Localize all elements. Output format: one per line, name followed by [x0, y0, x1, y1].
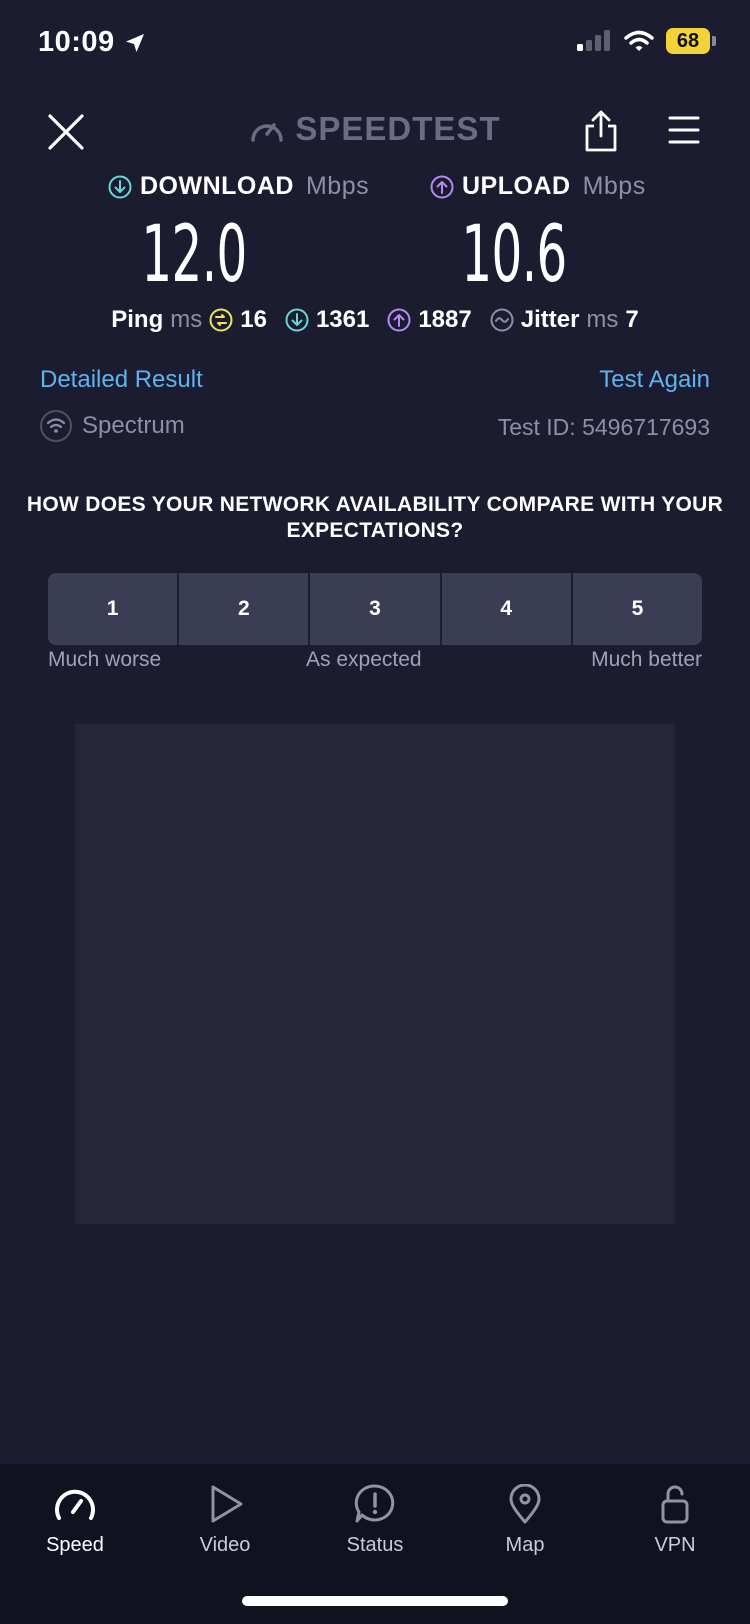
unlocked-padlock-icon — [661, 1485, 689, 1524]
upload-speed-value: 10.6 — [461, 210, 567, 300]
jitter: Jitter ms 7 — [490, 306, 639, 334]
map-pin-icon — [509, 1484, 541, 1524]
detailed-result-link[interactable]: Detailed Result — [40, 366, 203, 394]
isp-name: Spectrum — [82, 412, 185, 439]
survey-question: HOW DOES YOUR NETWORK AVAILABILITY COMPA… — [26, 493, 724, 542]
isp-info: Spectrum — [40, 410, 185, 442]
status-indicators: 68 — [576, 28, 716, 54]
tab-status[interactable]: Status — [320, 1484, 430, 1557]
cellular-signal-icon — [577, 30, 610, 51]
download-ping-icon — [285, 308, 309, 332]
rating-option-3[interactable]: 3 — [310, 573, 442, 645]
rating-mid-label: As expected — [306, 648, 422, 671]
rating-option-2[interactable]: 2 — [179, 573, 311, 645]
hamburger-menu-icon[interactable] — [668, 114, 700, 146]
wifi-icon — [624, 30, 654, 51]
speedometer-icon — [55, 1489, 95, 1520]
tab-speed[interactable]: Speed — [20, 1484, 130, 1557]
rating-scale: 1 2 3 4 5 — [48, 573, 702, 645]
upload-ping-icon — [387, 308, 411, 332]
battery-level: 68 — [666, 28, 710, 54]
home-indicator[interactable] — [242, 1596, 508, 1606]
ping-upload: 1887 — [387, 306, 472, 334]
upload-header: UPLOAD Mbps — [430, 172, 646, 201]
download-arrow-icon — [108, 175, 132, 198]
ad-placeholder — [75, 724, 675, 1224]
tab-video[interactable]: Video — [170, 1484, 280, 1557]
rating-option-1[interactable]: 1 — [48, 573, 180, 645]
jitter-wave-icon — [490, 308, 514, 332]
ping-row: Ping ms 16 1361 1887 Jitter ms 7 — [0, 306, 750, 334]
share-icon[interactable] — [584, 110, 618, 152]
app-brand: SPEEDTEST — [0, 110, 750, 148]
ping-download: 1361 — [285, 306, 369, 334]
test-id: Test ID: 5496717693 — [497, 414, 710, 440]
rating-high-label: Much better — [591, 648, 702, 671]
download-speed-value: 12.0 — [141, 210, 247, 300]
battery-indicator: 68 — [666, 28, 716, 54]
tab-vpn[interactable]: VPN — [620, 1484, 730, 1557]
wifi-circle-icon — [40, 410, 72, 442]
tab-map[interactable]: Map — [470, 1484, 580, 1557]
rating-option-4[interactable]: 4 — [442, 573, 573, 645]
ping-idle: Ping ms 16 — [111, 306, 267, 333]
location-arrow-icon — [125, 33, 144, 52]
download-header: DOWNLOAD Mbps — [108, 172, 369, 201]
rating-option-5[interactable]: 5 — [573, 573, 702, 645]
speedometer-icon — [251, 123, 284, 142]
status-time: 10:09 — [38, 26, 147, 59]
idle-ping-icon — [209, 308, 233, 332]
alert-bubble-icon — [354, 1484, 395, 1523]
upload-arrow-icon — [430, 175, 454, 198]
play-icon — [211, 1485, 243, 1523]
test-again-link[interactable]: Test Again — [599, 366, 710, 394]
rating-low-label: Much worse — [48, 648, 162, 671]
